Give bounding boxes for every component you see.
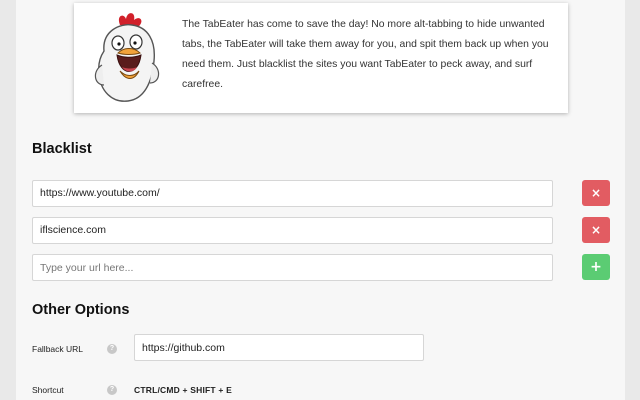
fallback-url-label: Fallback URL bbox=[32, 344, 84, 354]
other-options-heading: Other Options bbox=[32, 302, 130, 318]
shortcut-value: CTRL/CMD + SHIFT + E bbox=[134, 385, 232, 395]
remove-entry-button[interactable]: × bbox=[582, 217, 610, 243]
blacklist-entry[interactable]: iflscience.com bbox=[32, 217, 553, 244]
screaming-chicken-mascot-icon bbox=[94, 13, 160, 102]
intro-card: The TabEater has come to save the day! N… bbox=[74, 3, 568, 113]
add-url-button[interactable]: + bbox=[582, 254, 610, 280]
shortcut-label: Shortcut bbox=[32, 385, 64, 395]
blacklist-heading: Blacklist bbox=[32, 141, 92, 157]
help-icon[interactable]: ? bbox=[107, 385, 117, 395]
help-icon[interactable]: ? bbox=[107, 344, 117, 354]
remove-entry-button[interactable]: × bbox=[582, 180, 610, 206]
intro-text: The TabEater has come to save the day! N… bbox=[182, 19, 549, 90]
blacklist-entry[interactable]: https://www.youtube.com/ bbox=[32, 180, 553, 207]
options-page: The TabEater has come to save the day! N… bbox=[16, 0, 625, 400]
fallback-url-input[interactable] bbox=[134, 334, 424, 361]
new-url-input[interactable] bbox=[32, 254, 553, 281]
